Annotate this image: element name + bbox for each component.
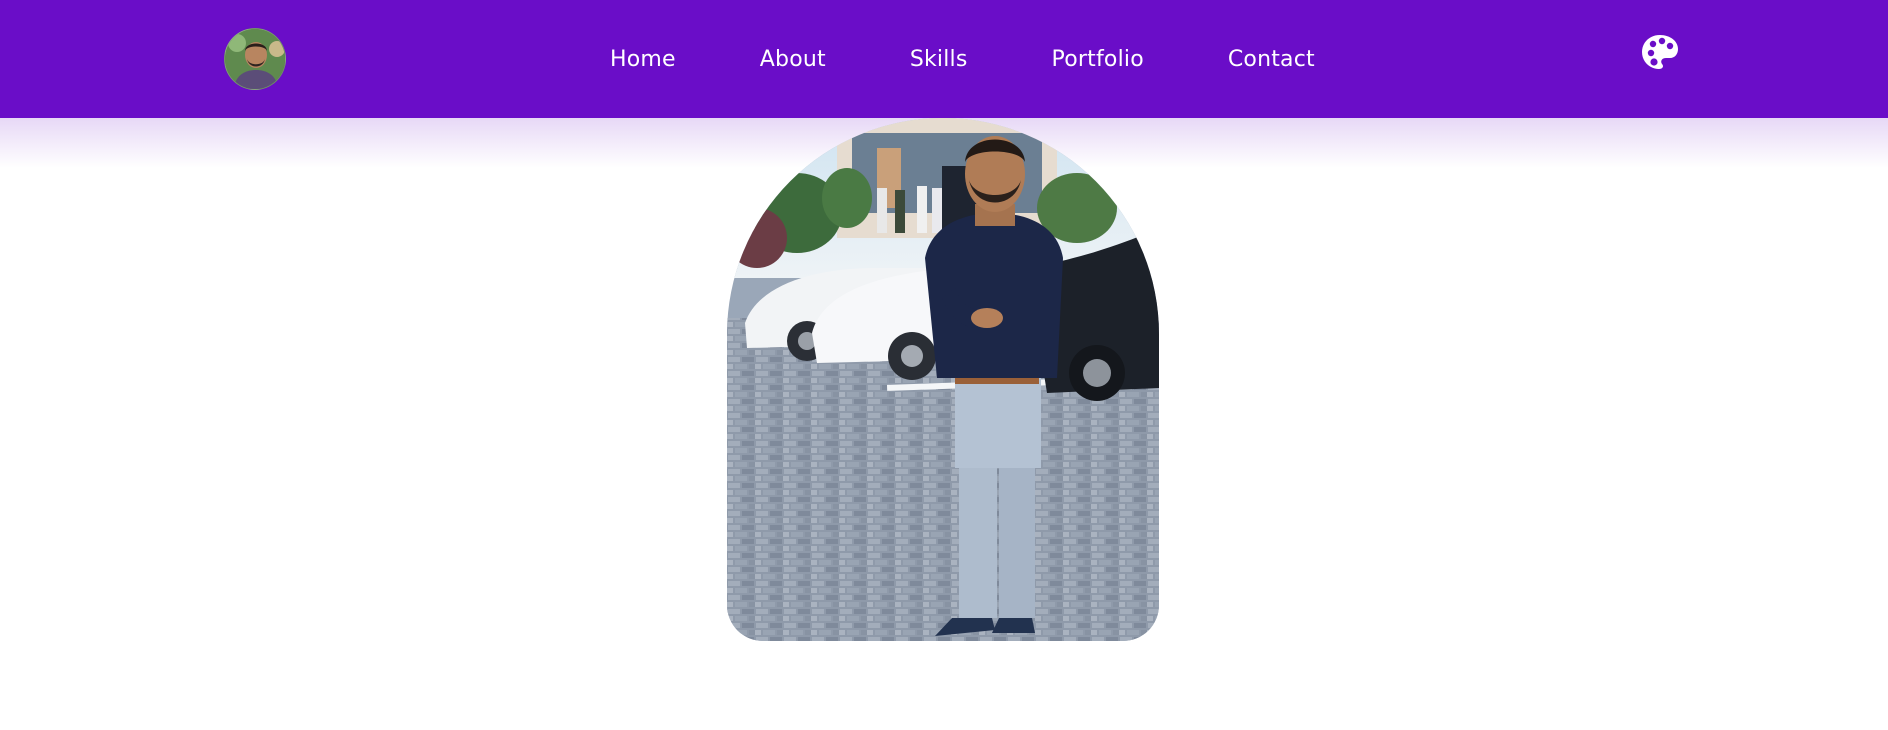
hero-portrait-photo — [727, 118, 1159, 641]
palette-icon — [1642, 35, 1678, 69]
nav-link-about[interactable]: About — [760, 47, 826, 72]
nav-link-skills[interactable]: Skills — [910, 47, 968, 72]
theme-button[interactable] — [1641, 33, 1679, 71]
profile-avatar[interactable] — [224, 28, 286, 90]
nav-link-home[interactable]: Home — [610, 47, 676, 72]
navbar: Home About Skills Portfolio Contact — [0, 0, 1888, 118]
avatar-portrait — [225, 29, 285, 89]
nav-menu: Home About Skills Portfolio Contact — [610, 0, 1315, 118]
hero-portrait-illustration — [727, 118, 1159, 641]
nav-link-portfolio[interactable]: Portfolio — [1052, 47, 1144, 72]
nav-link-contact[interactable]: Contact — [1228, 47, 1315, 72]
